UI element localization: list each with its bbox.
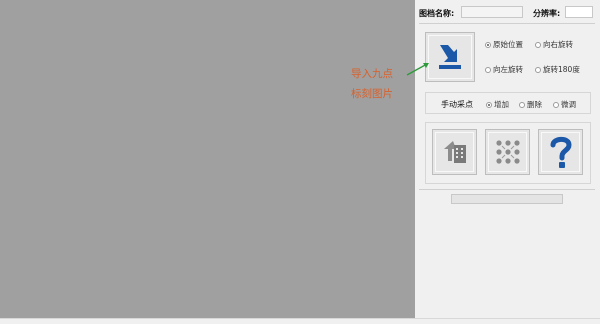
radio-dot bbox=[486, 101, 492, 108]
radio-dot bbox=[553, 101, 559, 108]
rotation-180-radio[interactable]: 旋转180度 bbox=[535, 64, 580, 75]
resolution-field[interactable] bbox=[565, 6, 593, 18]
point-add-radio[interactable]: 增加 bbox=[486, 99, 509, 110]
annotation-line-2: 标刻图片 bbox=[351, 88, 393, 100]
rotation-left-radio[interactable]: 向左旋转 bbox=[485, 64, 523, 75]
rotation-original-radio[interactable]: 原始位置 bbox=[485, 39, 523, 50]
image-name-field[interactable] bbox=[461, 6, 523, 18]
annotation-line-1: 导入九点 bbox=[351, 68, 393, 80]
building-exit-icon bbox=[443, 141, 466, 163]
point-delete-radio[interactable]: 删除 bbox=[519, 99, 542, 110]
import-arrow-icon bbox=[439, 45, 461, 69]
question-mark-icon bbox=[550, 136, 572, 168]
annotation-text: 导入九点 标刻图片 bbox=[351, 64, 393, 104]
image-name-label: 图档名称: bbox=[419, 9, 455, 18]
radio-dot bbox=[485, 66, 491, 73]
radio-label: 向右旋转 bbox=[543, 40, 573, 49]
radio-dot bbox=[535, 41, 541, 48]
annotation-arrow-icon bbox=[406, 63, 429, 76]
point-adjust-radio[interactable]: 微调 bbox=[553, 99, 576, 110]
radio-label: 旋转180度 bbox=[543, 65, 580, 74]
radio-label: 删除 bbox=[527, 100, 542, 109]
rotation-right-radio[interactable]: 向右旋转 bbox=[535, 39, 573, 50]
manual-point-group: 手动采点 增加 删除 微调 bbox=[425, 92, 591, 114]
tools-divider bbox=[419, 189, 595, 190]
control-panel: 图档名称: 分辨率: 原始位置 向右旋转 向左旋转 旋转180度 手动采点 增加… bbox=[415, 0, 600, 318]
radio-dot bbox=[535, 66, 541, 73]
status-bar bbox=[0, 318, 600, 324]
progress-bar bbox=[451, 194, 563, 204]
exit-button[interactable] bbox=[432, 129, 477, 175]
radio-label: 向左旋转 bbox=[493, 65, 523, 74]
radio-dot bbox=[519, 101, 525, 108]
nine-point-button[interactable] bbox=[485, 129, 530, 175]
radio-label: 增加 bbox=[494, 100, 509, 109]
nine-point-grid-icon bbox=[495, 140, 520, 164]
image-canvas[interactable] bbox=[0, 0, 415, 318]
help-button[interactable] bbox=[538, 129, 583, 175]
header-divider bbox=[419, 23, 595, 24]
radio-label: 原始位置 bbox=[493, 40, 523, 49]
resolution-label: 分辨率: bbox=[533, 9, 561, 18]
manual-point-label: 手动采点 bbox=[441, 100, 473, 109]
radio-label: 微调 bbox=[561, 100, 576, 109]
radio-dot bbox=[485, 41, 491, 48]
